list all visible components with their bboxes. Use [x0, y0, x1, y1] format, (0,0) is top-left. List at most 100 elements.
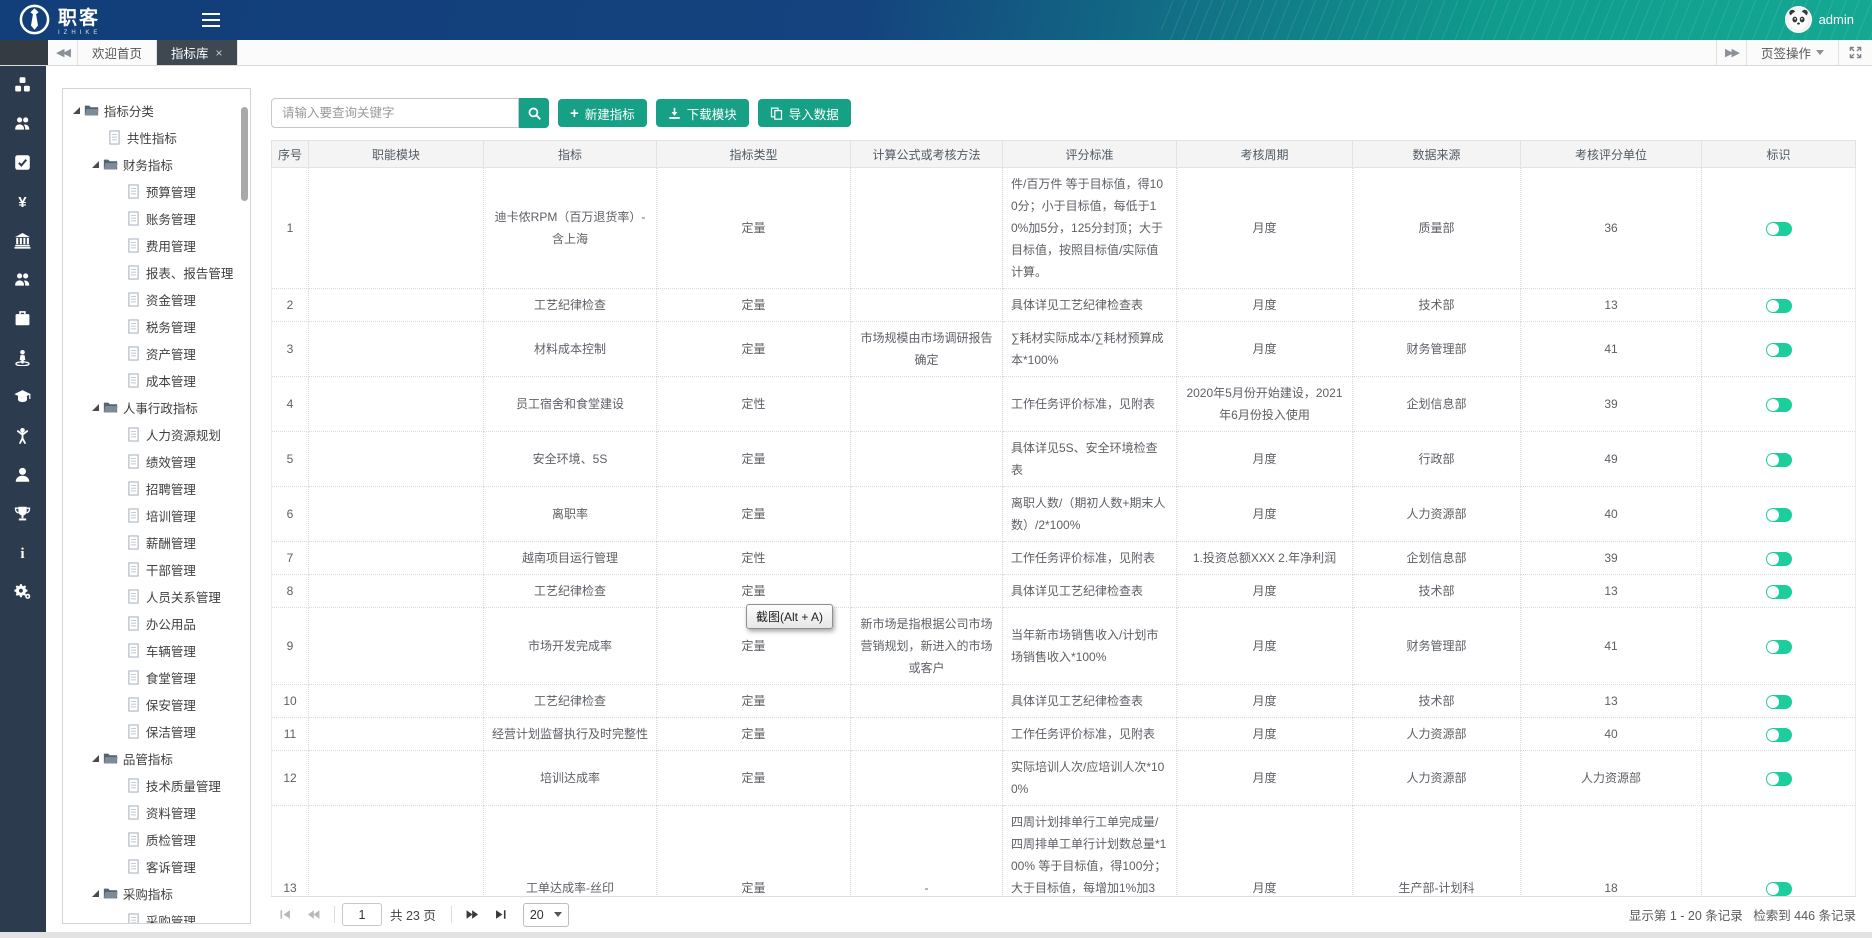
table-row[interactable]: 3材料成本控制定量市场规模由市场调研报告确定∑耗材实际成本/∑耗材预算成本*10…: [272, 322, 1856, 377]
tree-expand-caret-icon[interactable]: [92, 161, 99, 168]
bank-icon[interactable]: [12, 230, 34, 251]
tree-item-leaf[interactable]: 保洁管理: [63, 718, 250, 745]
flag-toggle-switch[interactable]: [1766, 453, 1792, 467]
graduation-cap-icon[interactable]: [12, 386, 34, 407]
tree-item-leaf[interactable]: 培训管理: [63, 502, 250, 529]
tree-item-folder[interactable]: 财务指标: [63, 151, 250, 178]
info-icon[interactable]: i: [12, 542, 34, 563]
check-square-icon[interactable]: [12, 152, 34, 173]
table-row[interactable]: 12培训达成率定量实际培训人次/应培训人次*100%月度人力资源部人力资源部: [272, 751, 1856, 806]
tree-expand-caret-icon[interactable]: [92, 890, 99, 897]
table-row[interactable]: 1迪卡侬RPM（百万退货率）-含上海定量件/百万件 等于目标值，得100分；小于…: [272, 168, 1856, 289]
next-page-button[interactable]: [459, 904, 487, 926]
flag-toggle-switch[interactable]: [1766, 398, 1792, 412]
first-page-button[interactable]: [271, 904, 299, 926]
cogs-icon[interactable]: [12, 581, 34, 602]
table-row[interactable]: 8工艺纪律检查定量具体详见工艺纪律检查表月度技术部13: [272, 575, 1856, 608]
flag-toggle-switch[interactable]: [1766, 343, 1792, 357]
table-row[interactable]: 2工艺纪律检查定量具体详见工艺纪律检查表月度技术部13: [272, 289, 1856, 322]
street-view-icon[interactable]: [12, 347, 34, 368]
flag-toggle-switch[interactable]: [1766, 695, 1792, 709]
tree-item-leaf[interactable]: 招聘管理: [63, 475, 250, 502]
users-icon[interactable]: [12, 269, 34, 290]
tab-close-icon[interactable]: ×: [216, 46, 223, 60]
search-button[interactable]: [519, 98, 549, 128]
page-size-select[interactable]: 20: [523, 903, 569, 927]
tree-expand-caret-icon[interactable]: [92, 755, 99, 762]
flag-toggle-switch[interactable]: [1766, 728, 1792, 742]
table-row[interactable]: 6离职率定量离职人数/（期初人数+期末人数）/2*100%月度人力资源部40: [272, 487, 1856, 542]
flag-toggle-switch[interactable]: [1766, 882, 1792, 896]
tree-item-leaf[interactable]: 质检管理: [63, 826, 250, 853]
tree-item-leaf[interactable]: 干部管理: [63, 556, 250, 583]
tree-item-leaf[interactable]: 车辆管理: [63, 637, 250, 664]
flag-toggle-switch[interactable]: [1766, 585, 1792, 599]
tree-item-leaf[interactable]: 费用管理: [63, 232, 250, 259]
users-icon[interactable]: [12, 113, 34, 134]
new-indicator-button[interactable]: +新建指标: [558, 99, 647, 127]
tree-item-leaf[interactable]: 资金管理: [63, 286, 250, 313]
cubes-icon[interactable]: [12, 74, 34, 95]
table-row[interactable]: 7越南项目运行管理定性工作任务评价标准，见附表1.投资总额XXX 2.年净利润企…: [272, 542, 1856, 575]
tab-indicator-library[interactable]: 指标库×: [157, 40, 238, 65]
prev-page-button[interactable]: [299, 904, 327, 926]
tab-home[interactable]: 欢迎首页: [78, 40, 157, 65]
table-row[interactable]: 5安全环境、5S定量具体详见5S、安全环境检查表月度行政部49: [272, 432, 1856, 487]
import-data-button[interactable]: 导入数据: [758, 99, 851, 127]
tree-item-folder[interactable]: 采购指标: [63, 880, 250, 907]
tree-item-leaf[interactable]: 人力资源规划: [63, 421, 250, 448]
tree-item-folder[interactable]: 指标分类: [63, 97, 250, 124]
user-icon[interactable]: [12, 464, 34, 485]
table-row[interactable]: 11经营计划监督执行及时完整性定量工作任务评价标准，见附表月度人力资源部40: [272, 718, 1856, 751]
flag-toggle-switch[interactable]: [1766, 222, 1792, 236]
tree-item-leaf[interactable]: 预算管理: [63, 178, 250, 205]
tree-item-leaf[interactable]: 保安管理: [63, 691, 250, 718]
tree-item-leaf[interactable]: 资料管理: [63, 799, 250, 826]
cell-unit: 41: [1521, 608, 1702, 685]
flag-toggle-switch[interactable]: [1766, 508, 1792, 522]
table-row[interactable]: 4员工宿舍和食堂建设定性工作任务评价标准，见附表2020年5月份开始建设，202…: [272, 377, 1856, 432]
tabs-scroll-left-icon[interactable]: ◀◀: [48, 40, 78, 65]
cell-module: [309, 575, 484, 608]
last-page-button[interactable]: [487, 904, 515, 926]
tree-scrollbar[interactable]: [241, 107, 248, 201]
app-logo[interactable]: 职客 IZHIKE: [18, 3, 101, 41]
tree-item-leaf[interactable]: 资产管理: [63, 340, 250, 367]
page-number-input[interactable]: [342, 903, 382, 926]
table-row[interactable]: 10工艺纪律检查定量具体详见工艺纪律检查表月度技术部13: [272, 685, 1856, 718]
tree-item-folder[interactable]: 人事行政指标: [63, 394, 250, 421]
tab-operations-dropdown[interactable]: 页签操作: [1746, 40, 1838, 65]
tree-item-leaf[interactable]: 办公用品: [63, 610, 250, 637]
user-menu[interactable]: admin: [1785, 6, 1854, 33]
tree-item-leaf[interactable]: 客诉管理: [63, 853, 250, 880]
tree-item-leaf[interactable]: 绩效管理: [63, 448, 250, 475]
tabs-scroll-right-icon[interactable]: ▶▶: [1716, 40, 1746, 65]
flag-toggle-switch[interactable]: [1766, 299, 1792, 313]
table-row[interactable]: 13工单达成率-丝印定量-四周计划排单行工单完成量/四周排单工单行计划数总量*1…: [272, 806, 1856, 897]
yen-icon[interactable]: ¥: [12, 191, 34, 212]
tree-item-leaf[interactable]: 采购管理: [63, 907, 250, 924]
search-input[interactable]: [271, 98, 519, 128]
tree-item-leaf[interactable]: 成本管理: [63, 367, 250, 394]
tree-item-leaf[interactable]: 报表、报告管理: [63, 259, 250, 286]
child-icon[interactable]: [12, 425, 34, 446]
tree-expand-caret-icon[interactable]: [73, 107, 80, 114]
flag-toggle-switch[interactable]: [1766, 552, 1792, 566]
tree-item-leaf[interactable]: 税务管理: [63, 313, 250, 340]
download-module-button[interactable]: 下载模块: [656, 99, 749, 127]
tree-item-leaf[interactable]: 共性指标: [63, 124, 250, 151]
tree-item-leaf[interactable]: 食堂管理: [63, 664, 250, 691]
hamburger-menu-icon[interactable]: [202, 13, 220, 31]
tree-item-leaf[interactable]: 技术质量管理: [63, 772, 250, 799]
trophy-icon[interactable]: [12, 503, 34, 524]
briefcase-icon[interactable]: [12, 308, 34, 329]
fullscreen-expand-icon[interactable]: [1838, 40, 1872, 65]
tree-item-leaf[interactable]: 薪酬管理: [63, 529, 250, 556]
flag-toggle-switch[interactable]: [1766, 772, 1792, 786]
tree-expand-caret-icon[interactable]: [92, 404, 99, 411]
table-row[interactable]: 9市场开发完成率定量新市场是指根据公司市场营销规划，新进入的市场或客户当年新市场…: [272, 608, 1856, 685]
tree-item-leaf[interactable]: 人员关系管理: [63, 583, 250, 610]
tree-item-folder[interactable]: 品管指标: [63, 745, 250, 772]
flag-toggle-switch[interactable]: [1766, 640, 1792, 654]
tree-item-leaf[interactable]: 账务管理: [63, 205, 250, 232]
